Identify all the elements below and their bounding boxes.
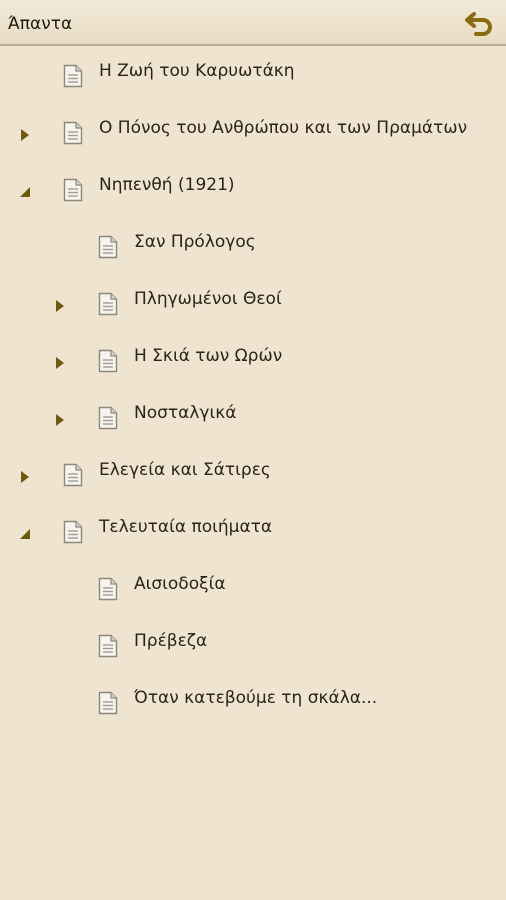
- tree-row[interactable]: Η Ζωή του Καρυωτάκη: [0, 48, 506, 105]
- tree-row[interactable]: Η Σκιά των Ωρών: [0, 333, 506, 390]
- expand-arrow-icon[interactable]: [19, 127, 31, 141]
- expand-arrow-icon[interactable]: [54, 355, 66, 369]
- tree-row[interactable]: Πληγωμένοι Θεοί: [0, 276, 506, 333]
- tree-row[interactable]: Τελευταία ποιήματα: [0, 504, 506, 561]
- document-icon: [63, 463, 83, 487]
- tree-row[interactable]: Νοσταλγικά: [0, 390, 506, 447]
- expand-arrow-icon[interactable]: [54, 412, 66, 426]
- document-icon: [63, 64, 83, 88]
- tree-item-label: Όταν κατεβούμε τη σκάλα...: [134, 688, 378, 708]
- back-button[interactable]: [462, 6, 496, 40]
- document-icon: [98, 634, 118, 658]
- page-title: Άπαντα: [8, 14, 73, 34]
- document-icon: [98, 292, 118, 316]
- tree-row[interactable]: Πρέβεζα: [0, 618, 506, 675]
- tree-row[interactable]: Όταν κατεβούμε τη σκάλα...: [0, 675, 506, 732]
- tree-item-label: Η Ζωή του Καρυωτάκη: [99, 61, 295, 81]
- app-header: Άπαντα: [0, 0, 506, 46]
- tree-item-label: Ο Πόνος του Ανθρώπου και των Πραμάτων: [99, 118, 468, 138]
- tree-item-label: Νοσταλγικά: [134, 403, 237, 423]
- collapse-arrow-icon[interactable]: [19, 184, 31, 198]
- undo-arrow-icon: [465, 12, 492, 36]
- tree-row[interactable]: Ελεγεία και Σάτιρες: [0, 447, 506, 504]
- collapse-arrow-icon[interactable]: [19, 526, 31, 540]
- document-icon: [98, 691, 118, 715]
- tree-row[interactable]: Νηπενθή (1921): [0, 162, 506, 219]
- document-icon: [98, 349, 118, 373]
- expand-arrow-icon[interactable]: [54, 298, 66, 312]
- tree-item-label: Ελεγεία και Σάτιρες: [99, 460, 271, 480]
- tree-item-label: Νηπενθή (1921): [99, 175, 235, 195]
- document-icon: [63, 178, 83, 202]
- tree-item-label: Αισιοδοξία: [134, 574, 226, 594]
- tree-item-label: Πρέβεζα: [134, 631, 208, 651]
- tree-row[interactable]: Ο Πόνος του Ανθρώπου και των Πραμάτων: [0, 105, 506, 162]
- tree-item-label: Σαν Πρόλογος: [134, 232, 256, 252]
- tree-item-label: Πληγωμένοι Θεοί: [134, 289, 282, 309]
- document-icon: [98, 406, 118, 430]
- document-icon: [63, 121, 83, 145]
- expand-arrow-icon[interactable]: [19, 469, 31, 483]
- tree-item-label: Η Σκιά των Ωρών: [134, 346, 283, 366]
- document-icon: [98, 235, 118, 259]
- document-icon: [63, 520, 83, 544]
- tree-row[interactable]: Σαν Πρόλογος: [0, 219, 506, 276]
- tree-item-label: Τελευταία ποιήματα: [99, 517, 273, 537]
- tree-row[interactable]: Αισιοδοξία: [0, 561, 506, 618]
- document-icon: [98, 577, 118, 601]
